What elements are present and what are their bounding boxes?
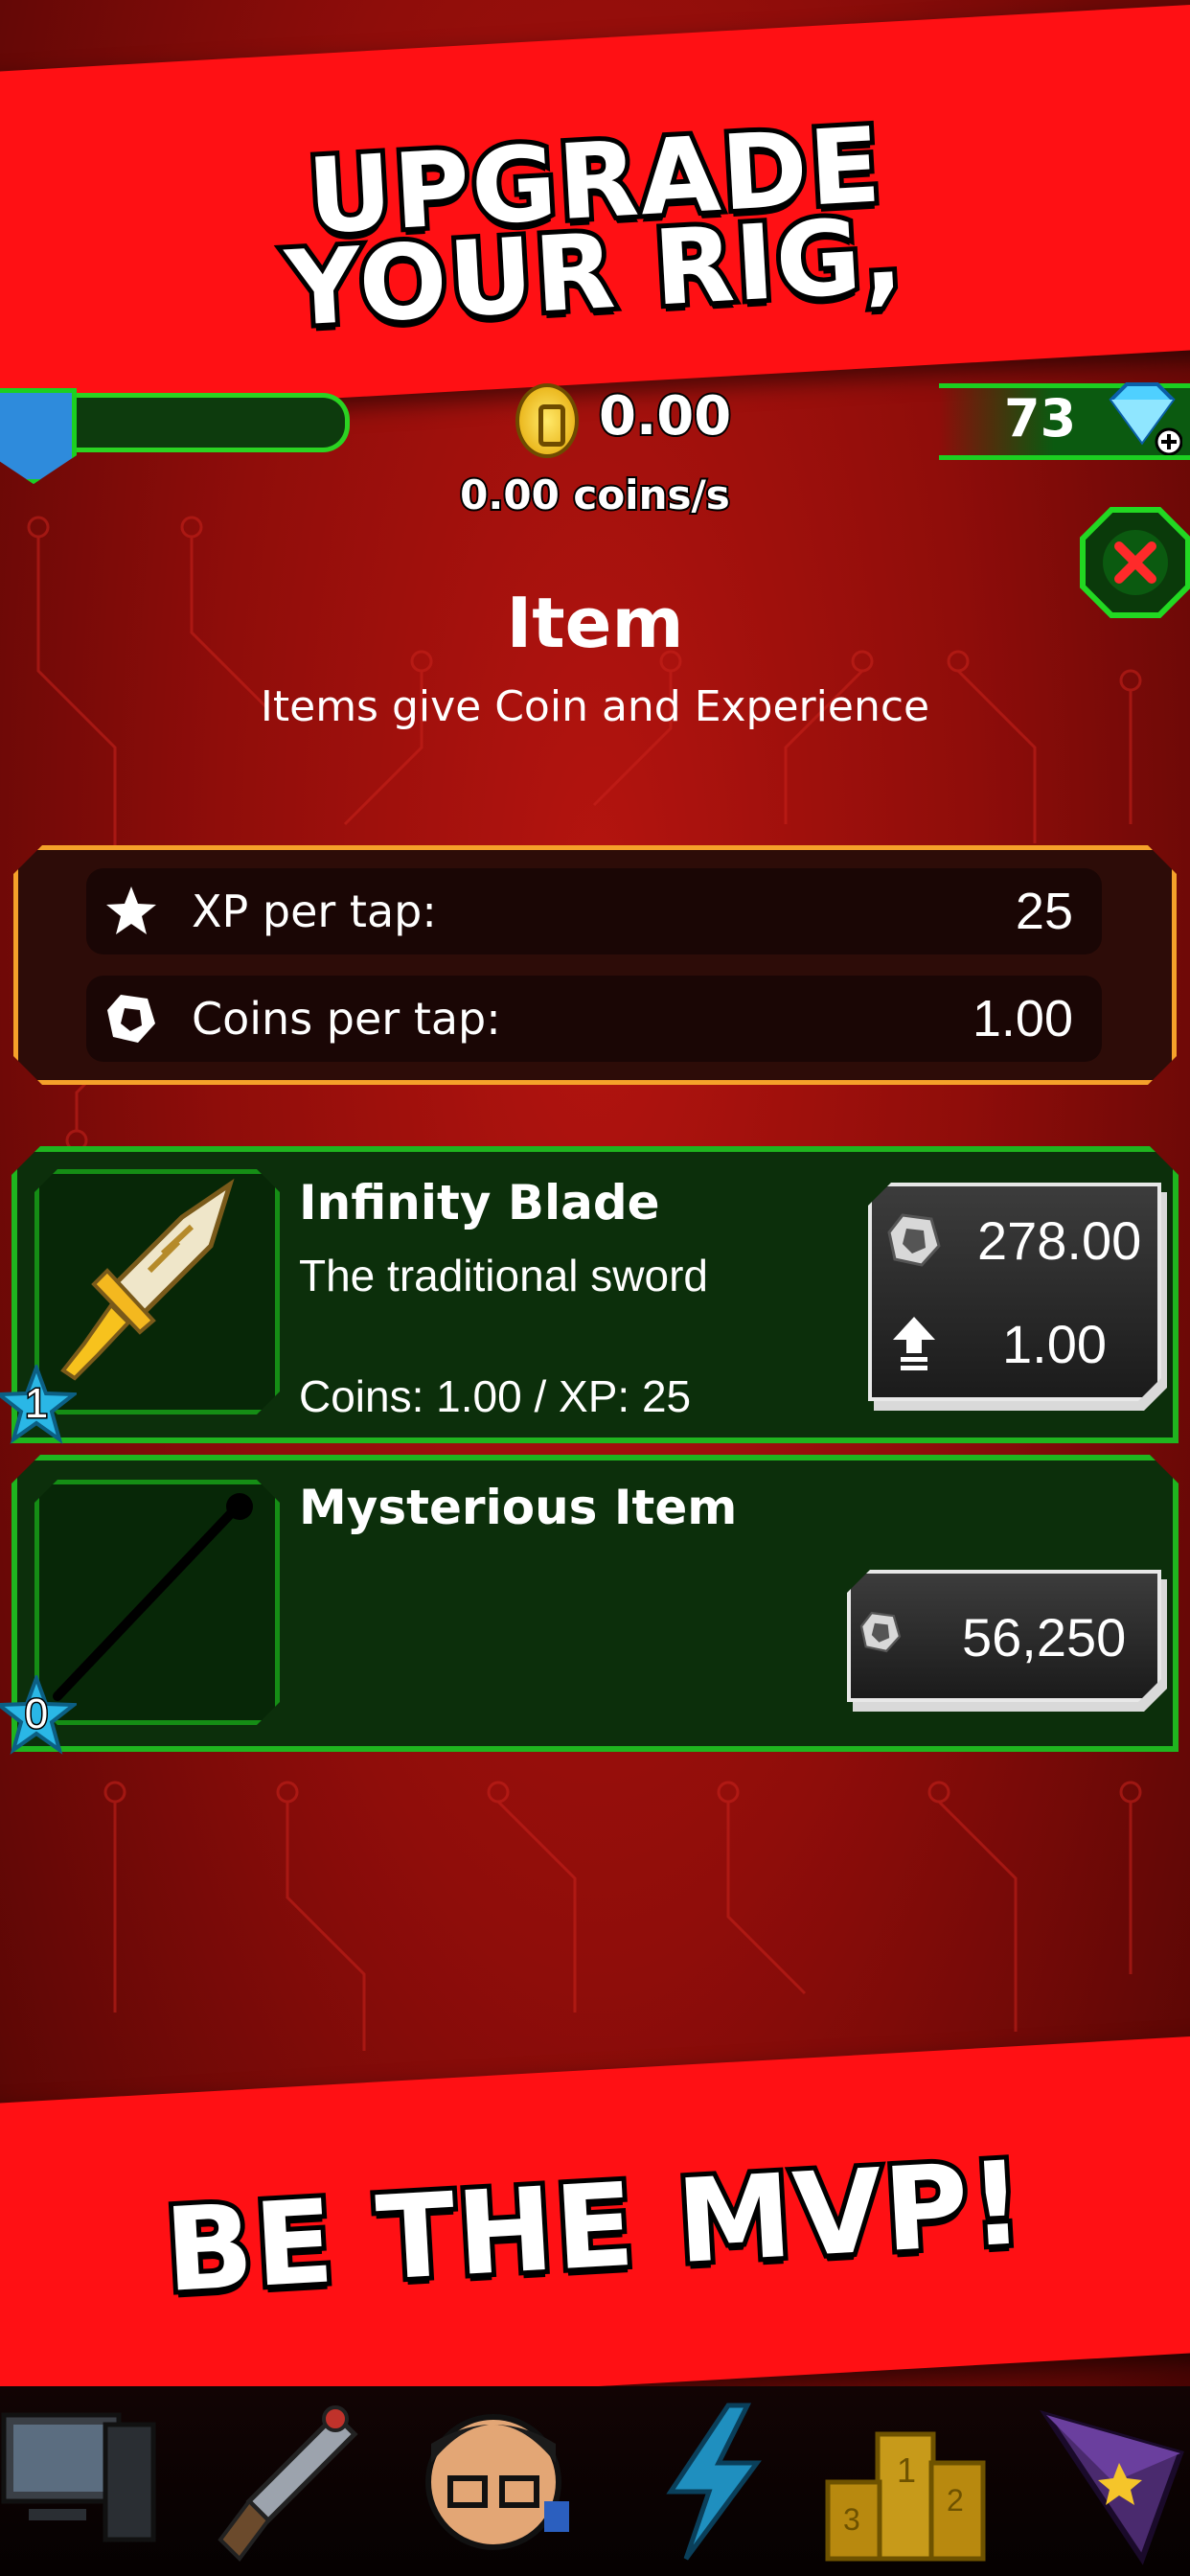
item-stats: Coins: 1.00 / XP: 25 [299, 1371, 692, 1421]
item-level: 1 [23, 1379, 49, 1429]
xp-progress-bar [67, 393, 350, 452]
coins-per-tap-value: 1.00 [972, 990, 1073, 1047]
item-description: The traditional sword [299, 1251, 708, 1300]
item-level: 0 [23, 1690, 49, 1739]
dagger-icon[interactable] [211, 2396, 374, 2568]
xp-per-tap-label: XP per tap: [192, 886, 437, 937]
sword-icon [60, 1179, 235, 1381]
star-icon [106, 886, 156, 934]
coin-icon [107, 995, 155, 1043]
computer-icon[interactable] [0, 2396, 163, 2568]
svg-text:2: 2 [947, 2483, 964, 2518]
coins-per-tap-row: Coins per tap: 1.00 [86, 976, 1102, 1062]
svg-text:1: 1 [897, 2450, 916, 2490]
svg-text:3: 3 [843, 2502, 860, 2537]
item-price: 56,250 [962, 1607, 1127, 1668]
coin-icon [859, 1611, 902, 1653]
diamond-plus-icon[interactable] [1102, 379, 1182, 455]
coin-rate: 0.00 coins/s [458, 470, 732, 520]
game-screen: UPGRADE YOUR RIG, 0.00 0.00 coins/s 73 I… [0, 0, 1190, 2576]
xp-per-tap-row: XP per tap: 25 [86, 868, 1102, 954]
gem-count: 73 [1004, 388, 1077, 448]
coin-icon [887, 1213, 941, 1267]
crystal-icon[interactable] [1027, 2396, 1190, 2568]
upgrade-arrow-icon [893, 1317, 935, 1370]
coins-per-tap-label: Coins per tap: [192, 993, 501, 1045]
gold-coin-icon [515, 383, 579, 458]
page-title: Item [506, 583, 684, 663]
item-name: Infinity Blade [299, 1175, 660, 1230]
page-subtitle: Items give Coin and Experience [260, 682, 930, 731]
upgrade-gain: 1.00 [1002, 1314, 1107, 1374]
gamer-avatar-icon[interactable] [412, 2396, 575, 2568]
podium-icon[interactable]: 1 3 2 [824, 2396, 987, 2568]
item-price: 278.00 [977, 1210, 1142, 1271]
xp-per-tap-value: 25 [1015, 883, 1073, 940]
bottom-nav [0, 2386, 1190, 2576]
item-name: Mysterious Item [299, 1480, 738, 1535]
lightning-icon[interactable] [632, 2396, 795, 2568]
coin-balance: 0.00 [597, 383, 733, 449]
